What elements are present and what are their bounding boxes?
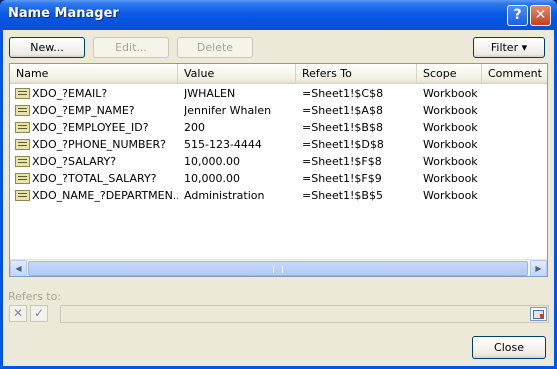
list-header: Name Value Refers To Scope Comment bbox=[10, 64, 547, 84]
refers-to-cell: =Sheet1!$C$8 bbox=[302, 87, 384, 100]
delete-button[interactable]: Delete bbox=[177, 37, 253, 58]
value-cell: Administration bbox=[184, 189, 265, 202]
refers-to-cell: =Sheet1!$B$5 bbox=[302, 189, 383, 202]
table-row[interactable]: XDO_?TOTAL_SALARY? 10,000.00 =Sheet1!$F$… bbox=[10, 170, 547, 187]
comment-cell bbox=[488, 119, 547, 136]
window-title: Name Manager bbox=[8, 6, 119, 21]
horizontal-scrollbar[interactable]: ◀ ▶ bbox=[10, 259, 547, 276]
column-header-name[interactable]: Name bbox=[10, 64, 178, 84]
x-icon: ✕ bbox=[12, 306, 24, 320]
scope-cell: Workbook bbox=[423, 155, 478, 168]
refers-to-cell: =Sheet1!$D$8 bbox=[302, 138, 384, 151]
refers-to-cell: =Sheet1!$A$8 bbox=[302, 104, 383, 117]
column-header-value[interactable]: Value bbox=[178, 64, 296, 84]
name-cell: XDO_?EMAIL? bbox=[32, 87, 108, 100]
cancel-edit-button[interactable]: ✕ bbox=[9, 305, 27, 322]
name-cell: XDO_?PHONE_NUMBER? bbox=[32, 138, 166, 151]
name-cell: XDO_?EMP_NAME? bbox=[32, 104, 135, 117]
name-cell: XDO_?SALARY? bbox=[32, 155, 117, 168]
refers-to-cell: =Sheet1!$B$8 bbox=[302, 121, 383, 134]
help-button[interactable]: ? bbox=[507, 5, 528, 26]
name-cell: XDO_?TOTAL_SALARY? bbox=[32, 172, 157, 185]
table-row[interactable]: XDO_NAME_?DEPARTMEN... Administration =S… bbox=[10, 187, 547, 204]
column-header-scope[interactable]: Scope bbox=[417, 64, 482, 84]
scrollbar-thumb[interactable] bbox=[28, 261, 528, 276]
collapse-dialog-icon[interactable] bbox=[530, 307, 547, 321]
scope-cell: Workbook bbox=[423, 104, 478, 117]
name-cell: XDO_?EMPLOYEE_ID? bbox=[32, 121, 149, 134]
edit-button[interactable]: Edit... bbox=[93, 37, 169, 58]
comment-cell bbox=[488, 102, 547, 119]
value-cell: 515-123-4444 bbox=[184, 138, 262, 151]
value-cell: JWHALEN bbox=[184, 87, 236, 100]
filter-button[interactable]: Filter ▾ bbox=[473, 37, 545, 58]
refers-to-cell: =Sheet1!$F$9 bbox=[302, 172, 382, 185]
comment-cell bbox=[488, 153, 547, 170]
dialog-body: New... Edit... Delete Filter ▾ Name Valu… bbox=[3, 30, 554, 366]
value-cell: 200 bbox=[184, 121, 205, 134]
scope-cell: Workbook bbox=[423, 121, 478, 134]
defined-name-icon bbox=[15, 139, 30, 150]
refers-to-label: Refers to: bbox=[8, 290, 62, 303]
scroll-left-icon[interactable]: ◀ bbox=[10, 260, 27, 276]
defined-name-icon bbox=[15, 190, 30, 201]
value-cell: Jennifer Whalen bbox=[184, 104, 272, 117]
scroll-right-icon[interactable]: ▶ bbox=[530, 260, 547, 276]
table-row[interactable]: XDO_?EMAIL? JWHALEN =Sheet1!$C$8 Workboo… bbox=[10, 85, 547, 102]
window-close-button[interactable]: ✕ bbox=[530, 5, 551, 26]
table-row[interactable]: XDO_?EMPLOYEE_ID? 200 =Sheet1!$B$8 Workb… bbox=[10, 119, 547, 136]
comment-cell bbox=[488, 136, 547, 153]
grip-icon bbox=[273, 266, 283, 273]
table-row[interactable]: XDO_?PHONE_NUMBER? 515-123-4444 =Sheet1!… bbox=[10, 136, 547, 153]
comment-cell bbox=[488, 187, 547, 204]
confirm-edit-button[interactable]: ✓ bbox=[30, 305, 48, 322]
check-icon: ✓ bbox=[33, 306, 45, 320]
defined-name-icon bbox=[15, 156, 30, 167]
table-row[interactable]: XDO_?EMP_NAME? Jennifer Whalen =Sheet1!$… bbox=[10, 102, 547, 119]
defined-name-icon bbox=[15, 173, 30, 184]
column-header-comment[interactable]: Comment bbox=[482, 64, 547, 84]
refers-to-cell: =Sheet1!$F$8 bbox=[302, 155, 382, 168]
title-bar[interactable]: Name Manager ? ✕ bbox=[0, 0, 557, 30]
scope-cell: Workbook bbox=[423, 87, 478, 100]
scope-cell: Workbook bbox=[423, 138, 478, 151]
name-manager-window: Name Manager ? ✕ New... Edit... Delete F… bbox=[0, 0, 557, 369]
new-button[interactable]: New... bbox=[9, 37, 85, 58]
refers-to-input[interactable] bbox=[60, 305, 549, 323]
column-header-refers-to[interactable]: Refers To bbox=[296, 64, 417, 84]
name-cell: XDO_NAME_?DEPARTMEN... bbox=[32, 189, 178, 202]
scope-cell: Workbook bbox=[423, 189, 478, 202]
scope-cell: Workbook bbox=[423, 172, 478, 185]
defined-name-icon bbox=[15, 88, 30, 99]
value-cell: 10,000.00 bbox=[184, 172, 240, 185]
comment-cell bbox=[488, 170, 547, 187]
comment-cell bbox=[488, 85, 547, 102]
close-button[interactable]: Close bbox=[472, 336, 546, 359]
table-row[interactable]: XDO_?SALARY? 10,000.00 =Sheet1!$F$8 Work… bbox=[10, 153, 547, 170]
names-list[interactable]: Name Value Refers To Scope Comment XDO_?… bbox=[9, 63, 548, 277]
value-cell: 10,000.00 bbox=[184, 155, 240, 168]
defined-name-icon bbox=[15, 105, 30, 116]
defined-name-icon bbox=[15, 122, 30, 133]
